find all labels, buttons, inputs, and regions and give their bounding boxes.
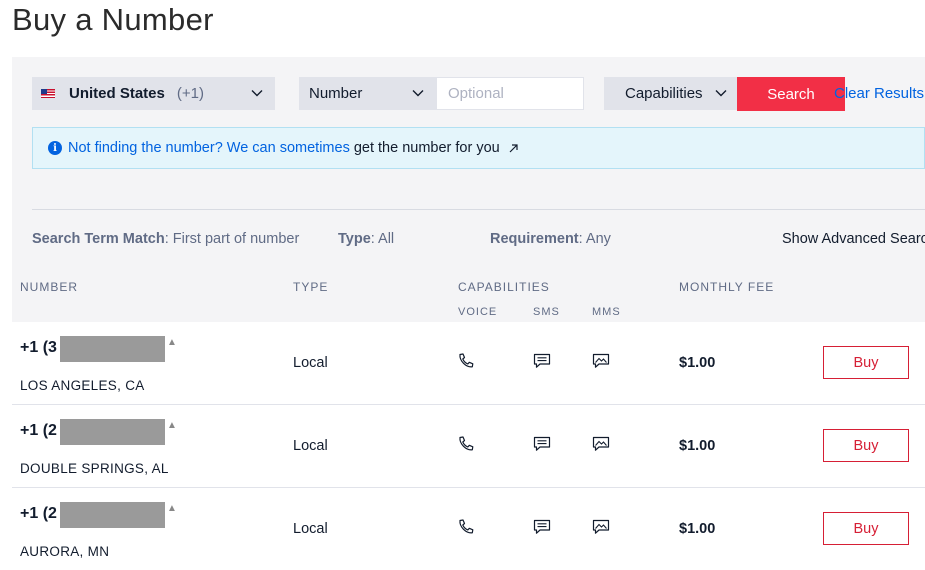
- filter-requirement[interactable]: Requirement: Any: [490, 231, 611, 247]
- phone-number: +1 (3: [20, 339, 57, 356]
- column-header-monthly-fee[interactable]: MONTHLY FEE: [679, 280, 774, 294]
- number-location: AURORA, MN: [20, 544, 110, 559]
- message-icon: [533, 353, 551, 368]
- phone-icon: [459, 519, 474, 534]
- chevron-down-icon: [251, 90, 263, 97]
- number-type-select[interactable]: Number: [299, 77, 436, 110]
- clear-results-link[interactable]: Clear Results: [834, 85, 924, 102]
- page-title: Buy a Number: [12, 2, 214, 37]
- image-icon: [592, 353, 610, 368]
- number-type: Local: [293, 355, 328, 371]
- redacted-number: [60, 502, 165, 528]
- table-row: +1 (3 ▲ LOS ANGELES, CA Local $1.00 Buy: [12, 322, 925, 405]
- redacted-number: [60, 336, 165, 362]
- message-icon: [533, 436, 551, 451]
- subheader-sms: SMS: [533, 306, 560, 318]
- chevron-down-icon: [715, 90, 727, 97]
- filter-label: Requirement: [490, 231, 579, 247]
- number-search-input[interactable]: [436, 77, 584, 110]
- column-header-number[interactable]: NUMBER: [20, 280, 78, 294]
- info-icon: i: [48, 141, 62, 155]
- get-number-link[interactable]: get the number for you: [354, 140, 500, 156]
- search-button[interactable]: Search: [737, 77, 845, 111]
- sort-caret-icon: ▲: [167, 337, 177, 348]
- number-type: Local: [293, 438, 328, 454]
- filter-label: Search Term Match: [32, 231, 165, 247]
- monthly-fee: $1.00: [679, 521, 716, 537]
- column-header-type[interactable]: TYPE: [293, 280, 328, 294]
- capabilities-select[interactable]: Capabilities: [604, 77, 737, 110]
- filter-type[interactable]: Type: All: [338, 231, 394, 247]
- buy-button[interactable]: Buy: [823, 512, 909, 545]
- info-banner: i Not finding the number? We can sometim…: [32, 127, 925, 169]
- subheader-mms: MMS: [592, 306, 621, 318]
- image-icon: [592, 519, 610, 534]
- country-select[interactable]: United States (+1): [32, 77, 275, 110]
- filter-search-term-match[interactable]: Search Term Match: First part of number: [32, 231, 299, 247]
- chevron-down-icon: [412, 90, 424, 97]
- monthly-fee: $1.00: [679, 355, 716, 371]
- monthly-fee: $1.00: [679, 438, 716, 454]
- filter-label: Type: [338, 231, 371, 247]
- country-name: United States: [69, 85, 165, 102]
- number-type: Local: [293, 521, 328, 537]
- table-row: +1 (2 ▲ AURORA, MN Local $1.00 Buy: [12, 488, 925, 570]
- sort-caret-icon: ▲: [167, 420, 177, 431]
- table-row: +1 (2 ▲ DOUBLE SPRINGS, AL Local $1.00 B…: [12, 405, 925, 488]
- phone-icon: [459, 436, 474, 451]
- message-icon: [533, 519, 551, 534]
- filter-value: : All: [370, 231, 395, 247]
- buy-button[interactable]: Buy: [823, 346, 909, 379]
- column-header-capabilities: CAPABILITIES: [458, 280, 550, 294]
- filter-value: : Any: [578, 231, 611, 247]
- filter-value: : First part of number: [164, 231, 300, 247]
- number-location: DOUBLE SPRINGS, AL: [20, 461, 169, 476]
- sort-caret-icon: ▲: [167, 503, 177, 514]
- phone-number: +1 (2: [20, 422, 57, 439]
- number-type-label: Number: [309, 85, 363, 102]
- flag-us-icon: [41, 89, 55, 98]
- buy-button[interactable]: Buy: [823, 429, 909, 462]
- country-code: (+1): [176, 85, 204, 102]
- banner-text: Not finding the number? We can sometimes: [68, 140, 350, 156]
- capabilities-label: Capabilities: [625, 85, 703, 102]
- subheader-voice: VOICE: [458, 306, 498, 318]
- phone-icon: [459, 353, 474, 368]
- external-link-icon[interactable]: [509, 143, 518, 153]
- show-advanced-search-link[interactable]: Show Advanced Search: [782, 231, 925, 247]
- image-icon: [592, 436, 610, 451]
- phone-number: +1 (2: [20, 505, 57, 522]
- divider: [32, 209, 925, 210]
- number-location: LOS ANGELES, CA: [20, 378, 145, 393]
- redacted-number: [60, 419, 165, 445]
